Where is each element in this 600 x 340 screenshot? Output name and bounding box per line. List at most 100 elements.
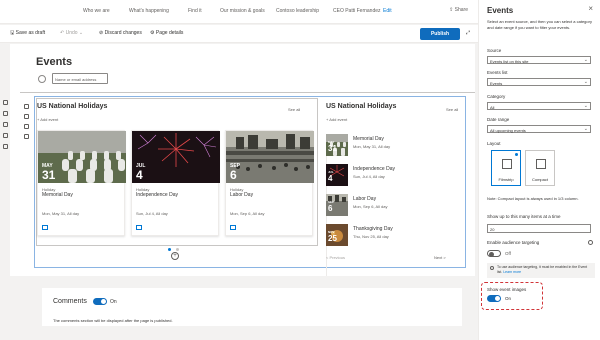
command-bar: 🖫 Save as draft ↶ Undo ⌄ ⊘ Discard chang… <box>0 25 478 43</box>
event-title[interactable]: Memorial Day <box>353 136 384 142</box>
compact-see-all-link[interactable]: See all <box>446 107 458 112</box>
category-label: Category <box>487 94 506 99</box>
nav-edit-link[interactable]: Edit <box>383 8 392 14</box>
event-time: Mon, Sep 6, All day <box>230 211 265 216</box>
edit-webpart-icon[interactable] <box>24 104 29 109</box>
event-title[interactable]: Independence Day <box>353 166 395 172</box>
duplicate-webpart-icon[interactable] <box>24 124 29 129</box>
delete-webpart-icon[interactable] <box>24 134 29 139</box>
nav-item-who-we-are[interactable]: Who we are <box>83 8 110 14</box>
calendar-icon[interactable] <box>136 225 142 230</box>
comments-title: Comments <box>53 298 87 305</box>
event-title[interactable]: Labor Day <box>353 196 376 202</box>
left-rail <box>0 44 10 334</box>
next-button[interactable]: Next > <box>434 255 446 260</box>
layout-note: Note: Compact layout is always used in 1… <box>487 196 579 201</box>
previous-button[interactable]: < Previous <box>326 255 345 260</box>
audience-targeting-toggle[interactable] <box>487 250 501 257</box>
event-time: Sun, Jul 4, All day <box>136 211 168 216</box>
event-card[interactable]: SEP 6 Holiday Labor Day Mon, Sep 6, All d… <box>225 130 314 236</box>
event-thumbnail: MAY 31 <box>326 134 348 156</box>
nav-item-whats-happening[interactable]: What's happening <box>129 8 169 14</box>
event-card[interactable]: MAY 31 Holiday Memorial Day Mon, May 31, … <box>37 130 126 236</box>
list-item[interactable]: JUL 4 Independence Day Sun, Jul 4, All da… <box>326 164 446 188</box>
list-item[interactable]: SEP 6 Labor Day Mon, Sep 6, All day <box>326 194 446 218</box>
event-thumbnail: NOV 25 <box>326 224 348 246</box>
avatar <box>38 75 46 83</box>
carousel-dot[interactable] <box>176 248 179 251</box>
show-up-to-label: Show up to this many items at a time <box>487 214 561 219</box>
nav-item-find-it[interactable]: Find it <box>188 8 202 14</box>
event-card[interactable]: JUL 4 Holiday Independence Day Sun, Jul 4… <box>131 130 220 236</box>
undo-button[interactable]: ↶ Undo ⌄ <box>60 30 83 36</box>
add-section-button[interactable]: + <box>171 252 179 260</box>
info-icon <box>490 266 494 270</box>
list-item[interactable]: NOV 25 Thanksgiving Day Thu, Nov 25, All … <box>326 224 446 248</box>
duplicate-section-icon[interactable] <box>3 133 8 138</box>
source-label: Source <box>487 48 502 53</box>
layout-option-compact[interactable]: Compact <box>525 150 555 186</box>
move-webpart-icon[interactable] <box>24 114 29 119</box>
audience-warning: To use audience targeting, it must be en… <box>487 263 595 278</box>
calendar-icon[interactable] <box>42 225 48 230</box>
nav-item-contoso-leadership[interactable]: Contoso leadership <box>276 8 319 14</box>
layout-option-filmstrip[interactable]: Filmstrip <box>491 150 521 186</box>
edit-section-icon[interactable] <box>3 111 8 116</box>
source-dropdown[interactable]: Events list on this site ⌄ <box>487 56 591 64</box>
event-title[interactable]: Memorial Day <box>42 192 73 198</box>
filmstrip-icon <box>502 159 512 169</box>
audience-toggle-label: Off <box>505 251 511 256</box>
date-range-label: Date range <box>487 117 510 122</box>
events-list-label: Events list <box>487 70 508 75</box>
event-title[interactable]: Thanksgiving Day <box>353 226 393 232</box>
highlight-callout <box>481 282 543 310</box>
event-time: Mon, May 31, All day <box>353 144 391 149</box>
list-item[interactable]: MAY 31 Memorial Day Mon, May 31, All day <box>326 134 446 158</box>
chevron-down-icon: ⌄ <box>583 126 588 132</box>
comments-note: The comments section will be displayed a… <box>53 318 173 323</box>
event-title[interactable]: Independence Day <box>136 192 178 198</box>
filmstrip-see-all-link[interactable]: See all <box>288 107 300 112</box>
chevron-down-icon: ⌄ <box>583 103 588 109</box>
event-time: Mon, May 31, All day <box>42 211 80 216</box>
compact-title: US National Holidays <box>326 103 397 110</box>
share-button[interactable]: ⇪ Share <box>449 7 468 13</box>
event-date: SEP 6 <box>230 163 241 182</box>
show-up-to-input[interactable]: 20 <box>487 224 591 233</box>
page-title[interactable]: Events <box>36 56 72 68</box>
carousel-dot-active[interactable] <box>168 248 171 251</box>
event-date: JUL 4 <box>136 163 146 182</box>
event-title[interactable]: Labor Day <box>230 192 253 198</box>
section-divider <box>20 92 475 93</box>
comments-toggle[interactable] <box>93 298 107 305</box>
move-section-icon[interactable] <box>3 122 8 127</box>
section-icon[interactable] <box>3 100 8 105</box>
delete-section-icon[interactable] <box>3 144 8 149</box>
event-thumbnail: JUL 4 <box>326 164 348 186</box>
author-name-input[interactable]: Name or email address <box>52 73 108 84</box>
site-navigation: Who we are What's happening Find it Our … <box>0 0 478 24</box>
calendar-icon[interactable] <box>230 225 236 230</box>
category-dropdown[interactable]: All ⌄ <box>487 102 591 110</box>
nav-item-mission-goals[interactable]: Our mission & goals <box>220 8 265 14</box>
nav-item-ceo[interactable]: CEO Patti Fernandez <box>333 8 381 14</box>
layout-label: Layout <box>487 141 501 146</box>
filmstrip-add-event-button[interactable]: + Add event <box>37 117 58 122</box>
compact-add-event-button[interactable]: + Add event <box>326 117 347 122</box>
info-icon[interactable] <box>588 240 593 245</box>
close-icon[interactable]: × <box>588 4 593 13</box>
page-details-button[interactable]: ⚙ Page details <box>150 30 183 36</box>
expand-icon[interactable]: ⤢ <box>466 30 470 36</box>
discard-changes-button[interactable]: ⊘ Discard changes <box>99 30 142 36</box>
audience-targeting-label: Enable audience targeting <box>487 240 540 245</box>
learn-more-link[interactable]: Learn more <box>503 270 521 274</box>
publish-button[interactable]: Publish <box>420 28 460 40</box>
date-range-dropdown[interactable]: All upcoming events ⌄ <box>487 125 591 133</box>
events-list-dropdown[interactable]: Events ⌄ <box>487 78 591 86</box>
event-image-fireworks: JUL 4 <box>132 131 220 183</box>
event-date: MAY 31 <box>42 163 56 182</box>
pane-title: Events <box>487 6 514 15</box>
event-time: Mon, Sep 6, All day <box>353 204 388 209</box>
event-time: Thu, Nov 25, All day <box>353 234 389 239</box>
save-draft-button[interactable]: 🖫 Save as draft <box>10 30 45 38</box>
